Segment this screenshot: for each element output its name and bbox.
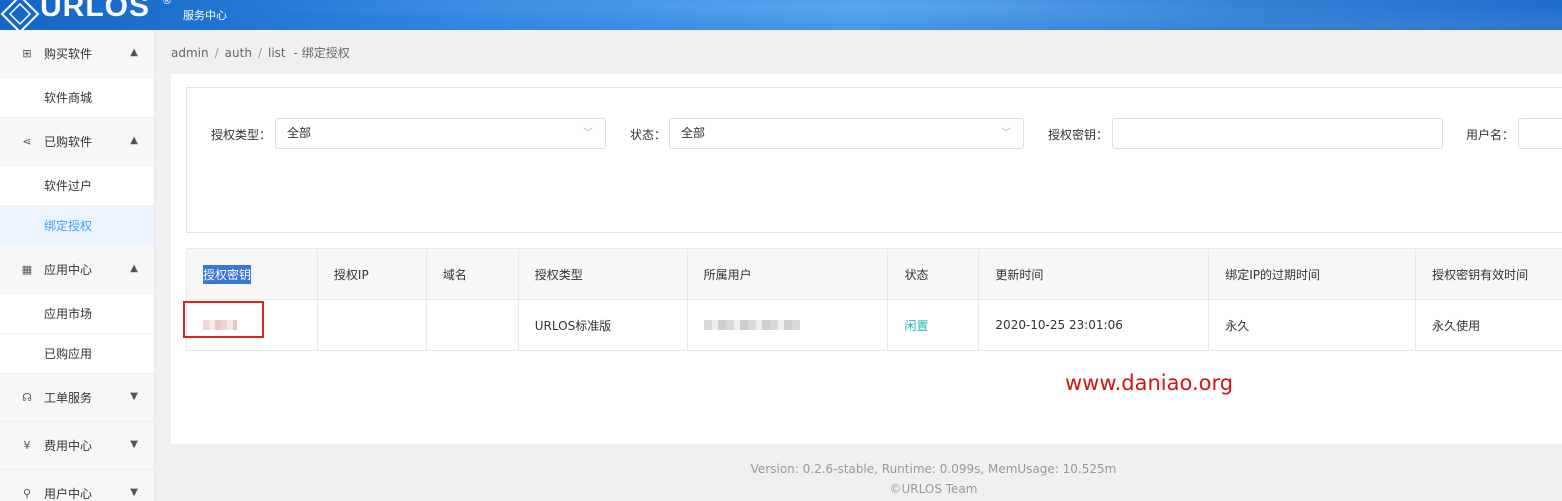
sidebar-group-label: 应用中心 [44, 263, 93, 277]
header-background [0, 0, 1562, 30]
filter-status-label: 状态： [630, 128, 667, 142]
status-badge: 闲置 [904, 318, 929, 333]
sidebar-group-label: 费用中心 [44, 439, 93, 453]
sidebar-group-billing[interactable]: ¥ 费用中心 ▼ [0, 422, 154, 470]
breadcrumb-auth[interactable]: auth [225, 46, 252, 60]
sidebar-item-bind-license[interactable]: 绑定授权 [0, 206, 154, 246]
sidebar-item-transfer[interactable]: 软件过户 [0, 166, 154, 206]
chevron-down-icon: ▼ [130, 439, 138, 450]
sidebar-group-purchased[interactable]: ⋖ 已购软件 ▲ [0, 118, 154, 166]
filter-key-label: 授权密钥： [1048, 128, 1109, 142]
filter-user-input[interactable] [1518, 118, 1562, 149]
footer-version: Version: 0.2.6-stable, Runtime: 0.099s, … [750, 462, 1117, 476]
sidebar-group-user[interactable]: ⚲ 用户中心 ▼ [0, 470, 154, 501]
watermark-text: www.daniao.org [1065, 371, 1234, 395]
urlos-logo-icon[interactable] [0, 0, 40, 30]
headset-icon: ☊ [22, 391, 32, 404]
chevron-up-icon: ▲ [130, 263, 138, 274]
chevron-down-icon: ▼ [130, 391, 138, 402]
sidebar-group-apps[interactable]: ▦ 应用中心 ▲ [0, 246, 154, 294]
column-header-ip[interactable]: 授权IP [318, 249, 427, 299]
breadcrumb: admin / auth / list - 绑定授权 [171, 44, 350, 61]
filter-type-value: 全部 [287, 126, 312, 140]
breadcrumb-current: 绑定授权 [301, 46, 350, 60]
sidebar-group-label: 工单服务 [44, 391, 93, 405]
column-header-user[interactable]: 所属用户 [688, 249, 889, 299]
sidebar-item-purchased-apps[interactable]: 已购应用 [0, 334, 154, 374]
chevron-up-icon: ▲ [130, 47, 138, 58]
breadcrumb-separator: / [257, 46, 262, 60]
column-header-type[interactable]: 授权类型 [519, 249, 688, 299]
filter-key-input[interactable] [1112, 118, 1443, 149]
logo-text[interactable]: URLOS [40, 0, 150, 24]
breadcrumb-dash: - [293, 46, 298, 60]
column-header-ip-expire[interactable]: 绑定IP的过期时间 [1209, 249, 1417, 299]
content-panel: 授权类型： 全部 ﹀ 状态： 全部 ﹀ 授权密钥： 用户名： 授权密钥 授权IP… [171, 74, 1562, 444]
filter-type-label: 授权类型： [211, 128, 272, 142]
license-table: 授权密钥 授权IP 域名 授权类型 所属用户 状态 更新时间 绑定IP的过期时间… [186, 248, 1562, 351]
chevron-up-icon: ▲ [130, 135, 138, 146]
cell-ip-expire: 永久 [1209, 300, 1417, 350]
footer-copyright: ©URLOS Team [889, 482, 978, 496]
cell-user [688, 300, 889, 350]
sidebar: ⊞ 购买软件 ▲ 软件商城 ⋖ 已购软件 ▲ 软件过户 绑定授权 ▦ 应用中心 … [0, 30, 155, 501]
logo-registered-mark: ® [162, 0, 172, 7]
column-header-domain[interactable]: 域名 [427, 249, 519, 299]
breadcrumb-separator: / [214, 46, 219, 60]
breadcrumb-admin[interactable]: admin [171, 46, 209, 60]
column-header-updated[interactable]: 更新时间 [979, 249, 1210, 299]
cell-domain [427, 300, 519, 350]
annotation-highlight-box [183, 301, 264, 338]
cell-status: 闲置 [888, 300, 980, 350]
yen-icon: ¥ [23, 439, 31, 452]
grid-icon: ▦ [21, 263, 33, 276]
sidebar-group-buy[interactable]: ⊞ 购买软件 ▲ [0, 30, 154, 78]
store-icon: ⊞ [22, 47, 32, 60]
sidebar-item-store[interactable]: 软件商城 [0, 78, 154, 118]
breadcrumb-list[interactable]: list [268, 46, 286, 60]
share-icon: ⋖ [22, 135, 32, 148]
filter-type-select[interactable]: 全部 ﹀ [275, 118, 606, 149]
top-header: URLOS ® 服务中心 [0, 0, 1562, 30]
header-subtitle: 服务中心 [183, 9, 227, 22]
filter-status-value: 全部 [681, 126, 706, 140]
main-area: admin / auth / list - 绑定授权 授权类型： 全部 ﹀ 状态： 全部 … [155, 30, 1562, 501]
filter-status-select[interactable]: 全部 ﹀ [669, 118, 1024, 149]
column-header-key[interactable]: 授权密钥 [187, 249, 318, 299]
chevron-down-icon: ﹀ [583, 128, 593, 139]
filter-form: 授权类型： 全部 ﹀ 状态： 全部 ﹀ 授权密钥： 用户名： [186, 87, 1562, 233]
filter-user-label: 用户名： [1466, 128, 1515, 142]
chevron-down-icon: ▼ [130, 487, 138, 498]
cell-key-valid: 永久使用 [1432, 318, 1481, 333]
user-icon: ⚲ [22, 487, 32, 500]
chevron-down-icon: ﹀ [1001, 128, 1011, 139]
column-header-status[interactable]: 状态 [888, 249, 980, 299]
cell-type: URLOS标准版 [519, 300, 688, 350]
sidebar-group-label: 已购软件 [44, 135, 93, 149]
redacted-user [703, 320, 800, 330]
cell-updated: 2020-10-25 23:01:06 [979, 300, 1210, 350]
sidebar-group-label: 购买软件 [44, 47, 93, 61]
sidebar-group-tickets[interactable]: ☊ 工单服务 ▼ [0, 374, 154, 422]
sidebar-group-label: 用户中心 [44, 487, 93, 501]
cell-ip [318, 300, 427, 350]
table-header-row: 授权密钥 授权IP 域名 授权类型 所属用户 状态 更新时间 绑定IP的过期时间… [187, 249, 1562, 300]
table-row[interactable]: URLOS标准版 闲置 2020-10-25 23:01:06 永久 永久使用 [187, 300, 1562, 351]
column-header-key-valid[interactable]: 授权密钥有效时间 [1416, 249, 1562, 299]
sidebar-item-app-market[interactable]: 应用市场 [0, 294, 154, 334]
